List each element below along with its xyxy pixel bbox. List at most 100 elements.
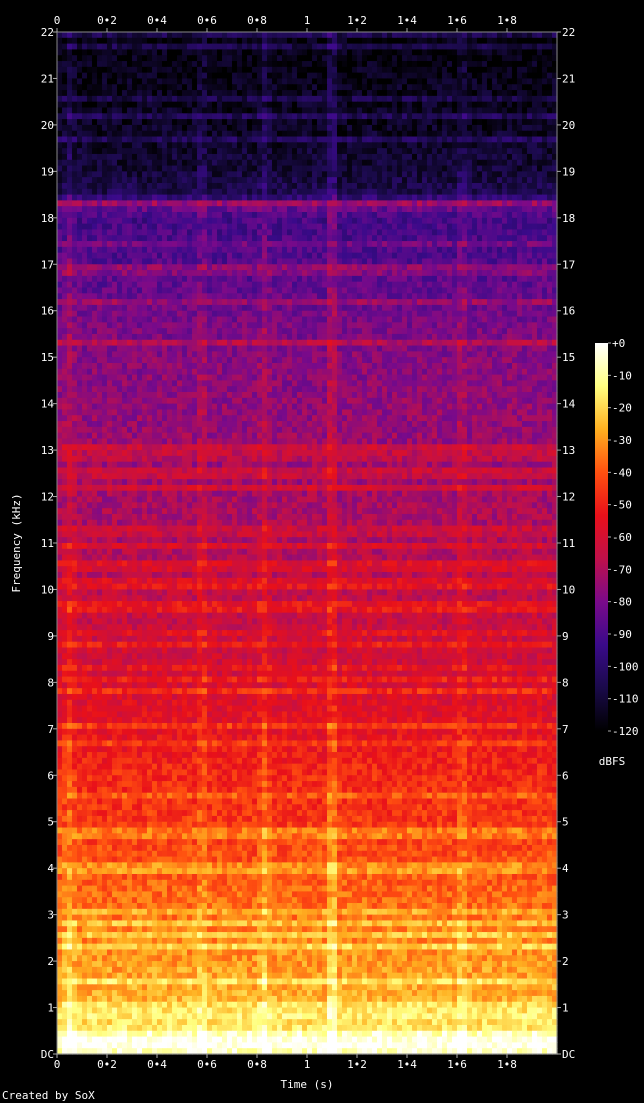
spectrogram-cell <box>127 241 133 248</box>
spectrogram-cell <box>542 153 548 161</box>
spectrogram-cell <box>132 72 138 80</box>
spectrogram-cell <box>502 119 508 126</box>
spectrogram-cell <box>57 235 63 242</box>
spectrogram-cell <box>112 293 118 300</box>
spectrogram-cell <box>62 293 68 300</box>
spectrogram-cell <box>257 72 263 80</box>
spectrogram-cell <box>67 264 73 271</box>
spectrogram-cell <box>542 84 548 91</box>
spectrogram-cell <box>177 229 183 236</box>
spectrogram-cell <box>212 212 218 219</box>
spectrogram-cell <box>402 171 408 178</box>
spectrogram-cell <box>387 229 393 236</box>
spectrogram-cell <box>202 200 208 207</box>
spectrogram-cell <box>352 95 358 103</box>
spectrogram-cell <box>422 136 428 143</box>
spectrogram-cell <box>232 119 238 126</box>
spectrogram-cell <box>322 304 328 312</box>
spectrogram-cell <box>452 241 458 248</box>
spectrogram-cell <box>467 264 473 271</box>
spectrogram-cell <box>252 316 258 323</box>
spectrogram-cell <box>162 148 168 155</box>
spectrogram-cell <box>482 101 488 109</box>
spectrogram-cell <box>397 304 403 312</box>
spectrogram-cell <box>542 200 548 207</box>
spectrogram-cell <box>277 241 283 248</box>
spectrogram-cell <box>172 281 178 289</box>
spectrogram-cell <box>117 78 123 85</box>
spectrogram-cell <box>437 159 443 167</box>
spectrogram-cell <box>352 200 358 207</box>
spectrogram-cell <box>442 95 448 103</box>
spectrogram-cell <box>532 130 538 138</box>
spectrogram-cell <box>272 206 278 213</box>
spectrogram-cell <box>497 304 503 312</box>
spectrogram-cell <box>157 171 163 178</box>
spectrogram-cell <box>242 252 248 260</box>
spectrogram-cell <box>97 148 103 155</box>
spectrogram-cell <box>302 287 308 294</box>
spectrogram-cell <box>82 177 88 184</box>
spectrogram-cell <box>487 310 493 318</box>
spectrogram-cell <box>217 119 223 126</box>
spectrogram-cell <box>307 206 313 213</box>
spectrogram-cell <box>137 194 143 201</box>
spectrogram-cell <box>72 258 78 265</box>
spectrogram-cell <box>257 293 263 300</box>
spectrogram-cell <box>102 177 108 184</box>
spectrogram-cell <box>82 124 88 132</box>
spectrogram-cell <box>397 66 403 74</box>
spectrogram-cell <box>347 148 353 155</box>
spectrogram-cell <box>522 293 528 300</box>
spectrogram-cell <box>202 113 208 120</box>
spectrogram-cell <box>477 310 483 318</box>
spectrogram-cell <box>142 159 148 167</box>
spectrogram-cell <box>82 37 88 45</box>
spectrogram-cell <box>92 235 98 242</box>
spectrogram-cell <box>127 113 133 120</box>
spectrogram-cell <box>117 252 123 260</box>
spectrogram-cell <box>237 194 243 201</box>
spectrogram-cell <box>202 165 208 172</box>
spectrogram-cell <box>447 287 453 294</box>
spectrogram-cell <box>412 217 418 225</box>
spectrogram-cell <box>227 32 233 39</box>
spectrogram-cell <box>407 275 413 283</box>
spectrogram-cell <box>537 275 543 283</box>
spectrogram-cell <box>427 304 433 312</box>
spectrogram-cell <box>407 136 413 143</box>
spectrogram-cell <box>512 84 518 91</box>
spectrogram-cell <box>482 275 488 283</box>
spectrogram-cell <box>237 37 243 45</box>
spectrogram-cell <box>282 270 288 277</box>
spectrogram-cell <box>327 37 333 45</box>
spectrogram-cell <box>277 124 283 132</box>
spectrogram-cell <box>217 246 223 254</box>
spectrogram-cell <box>522 119 528 126</box>
spectrogram-cell <box>427 281 433 289</box>
spectrogram-cell <box>147 206 153 213</box>
spectrogram-cell <box>367 194 373 201</box>
spectrogram-cell <box>362 229 368 236</box>
spectrogram-cell <box>82 252 88 260</box>
spectrogram-cell <box>207 101 213 109</box>
spectrogram-cell <box>282 84 288 91</box>
spectrogram-cell <box>317 171 323 178</box>
spectrogram-cell <box>462 113 468 120</box>
spectrogram-cell <box>137 148 143 155</box>
spectrogram-cell <box>512 130 518 138</box>
spectrogram-cell <box>67 200 73 207</box>
spectrogram-cell <box>297 171 303 178</box>
spectrogram-cell <box>87 136 93 143</box>
spectrogram-cell <box>537 270 543 277</box>
spectrogram-cell <box>227 293 233 300</box>
spectrogram-cell <box>142 84 148 91</box>
spectrogram-cell <box>497 142 503 149</box>
spectrogram-cell <box>237 241 243 248</box>
spectrogram-cell <box>497 241 503 248</box>
spectrogram-cell <box>302 217 308 225</box>
spectrogram-cell <box>62 43 68 51</box>
spectrogram-cell <box>102 270 108 277</box>
spectrogram-cell <box>277 316 283 323</box>
spectrogram-cell <box>292 55 298 62</box>
